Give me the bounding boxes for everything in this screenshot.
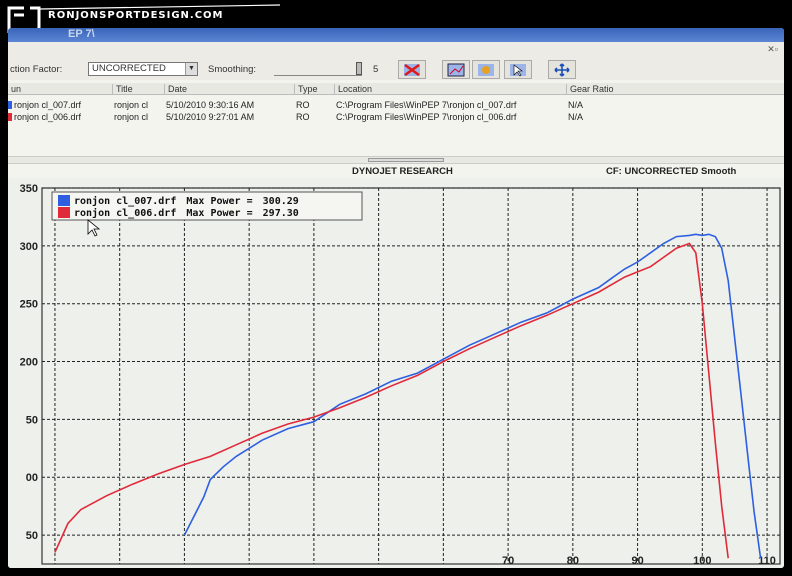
window-title-bar: EP 7\ [8,28,784,42]
x-tick-label: 90 [631,555,643,567]
toolbar: ction Factor: UNCORRECTED ▼ Smoothing: 5 [8,58,784,80]
smoothing-slider-thumb[interactable] [356,62,362,75]
x-tick-label: 70 [502,555,514,567]
legend-swatch-red [58,207,70,218]
y-tick-label: 300 [20,241,38,253]
brand-text: RONJONSPORTDESIGN.COM [48,10,224,21]
chevron-down-icon[interactable]: ▼ [185,63,197,75]
col-type[interactable]: Type [294,84,318,95]
cursor-icon [510,63,526,76]
menu-strip: ✕▫ [8,42,784,58]
svg-text:ronjon cl_006.drf Max: ronjon cl_006.drf Max Power = 297.30 [74,207,299,219]
graph-header: DYNOJET RESEARCH CF: UNCORRECTED Smooth [8,164,784,178]
zoom-icon [447,63,465,76]
run-type: RO [296,100,310,110]
run-date: 5/10/2010 9:30:16 AM [166,100,255,110]
graph-title: DYNOJET RESEARCH [352,166,453,177]
table-row[interactable]: ronjon cl_007.drf ronjon cl 5/10/2010 9:… [8,99,784,111]
runs-table-header: un Title Date Type Location Gear Ratio [8,83,784,95]
legend-swatch-blue [58,195,70,206]
legend-label-1: Max Power = [186,208,252,219]
y-tick-label: 250 [20,299,38,311]
smoothing-value: 5 [373,64,379,75]
x-tick-label: 80 [567,555,579,567]
y-tick-label: 00 [26,472,38,484]
run-file: ronjon cl_006.drf [14,112,82,122]
y-tick-label: 350 [20,183,38,195]
col-title[interactable]: Title [112,84,133,95]
splitter-handle[interactable] [368,158,444,162]
delete-run-icon [404,63,420,76]
cursor-button[interactable] [504,60,532,79]
col-location[interactable]: Location [334,84,372,95]
run-type: RO [296,112,310,122]
col-date[interactable]: Date [164,84,187,95]
winpep-screen: EP 7\ ✕▫ ction Factor: UNCORRECTED ▼ Smo… [8,28,784,568]
run-date: 5/10/2010 9:27:01 AM [166,112,255,122]
smoothing-slider[interactable] [274,62,362,76]
run-gear: N/A [568,100,584,110]
run-color-swatch [8,101,12,109]
pane-splitter[interactable] [8,156,784,164]
col-gear-ratio[interactable]: Gear Ratio [566,84,614,95]
smoothing-label: Smoothing: [208,64,257,75]
run-location: C:\Program Files\WinPEP 7\ronjon cl_006.… [336,112,517,122]
dyno-chart[interactable]: 350300250200500050 70 80 90 100 110 ronjon c… [8,178,784,568]
svg-text:ronjon cl_007.drf Max: ronjon cl_007.drf Max Power = 300.29 [74,195,299,207]
run-gear: N/A [568,112,584,122]
x-tick-label: 100 [693,555,711,567]
window-close-glyph[interactable]: ✕▫ [767,44,778,55]
col-run[interactable]: un [8,84,21,95]
legend-file-1: ronjon cl_006.drf [74,207,176,219]
run-color-swatch [8,113,12,121]
window-title: EP 7\ [68,28,95,40]
y-tick-label: 200 [20,357,38,369]
legend-value-1: 297.30 [263,208,299,219]
move-arrows-icon [554,62,570,77]
run-file: ronjon cl_007.drf [14,100,82,110]
pan-button[interactable] [472,60,500,79]
correction-factor-label: ction Factor: [10,64,63,75]
delete-run-button[interactable] [398,60,426,79]
move-button[interactable] [548,60,576,79]
y-tick-label: 50 [26,530,38,542]
run-title: ronjon cl [114,100,149,110]
pan-hand-icon [478,63,494,76]
graph-cf-label: CF: UNCORRECTED Smooth [606,166,737,177]
y-tick-label: 50 [26,414,38,426]
legend-label-0: Max Power = [186,196,252,207]
correction-factor-select[interactable]: UNCORRECTED ▼ [88,62,198,76]
legend-value-0: 300.29 [263,196,299,207]
run-location: C:\Program Files\WinPEP 7\ronjon cl_007.… [336,100,517,110]
legend-file-0: ronjon cl_007.drf [74,195,176,207]
zoom-button[interactable] [442,60,470,79]
correction-factor-value: UNCORRECTED [92,63,166,74]
table-row[interactable]: ronjon cl_006.drf ronjon cl 5/10/2010 9:… [8,111,784,123]
run-title: ronjon cl [114,112,149,122]
